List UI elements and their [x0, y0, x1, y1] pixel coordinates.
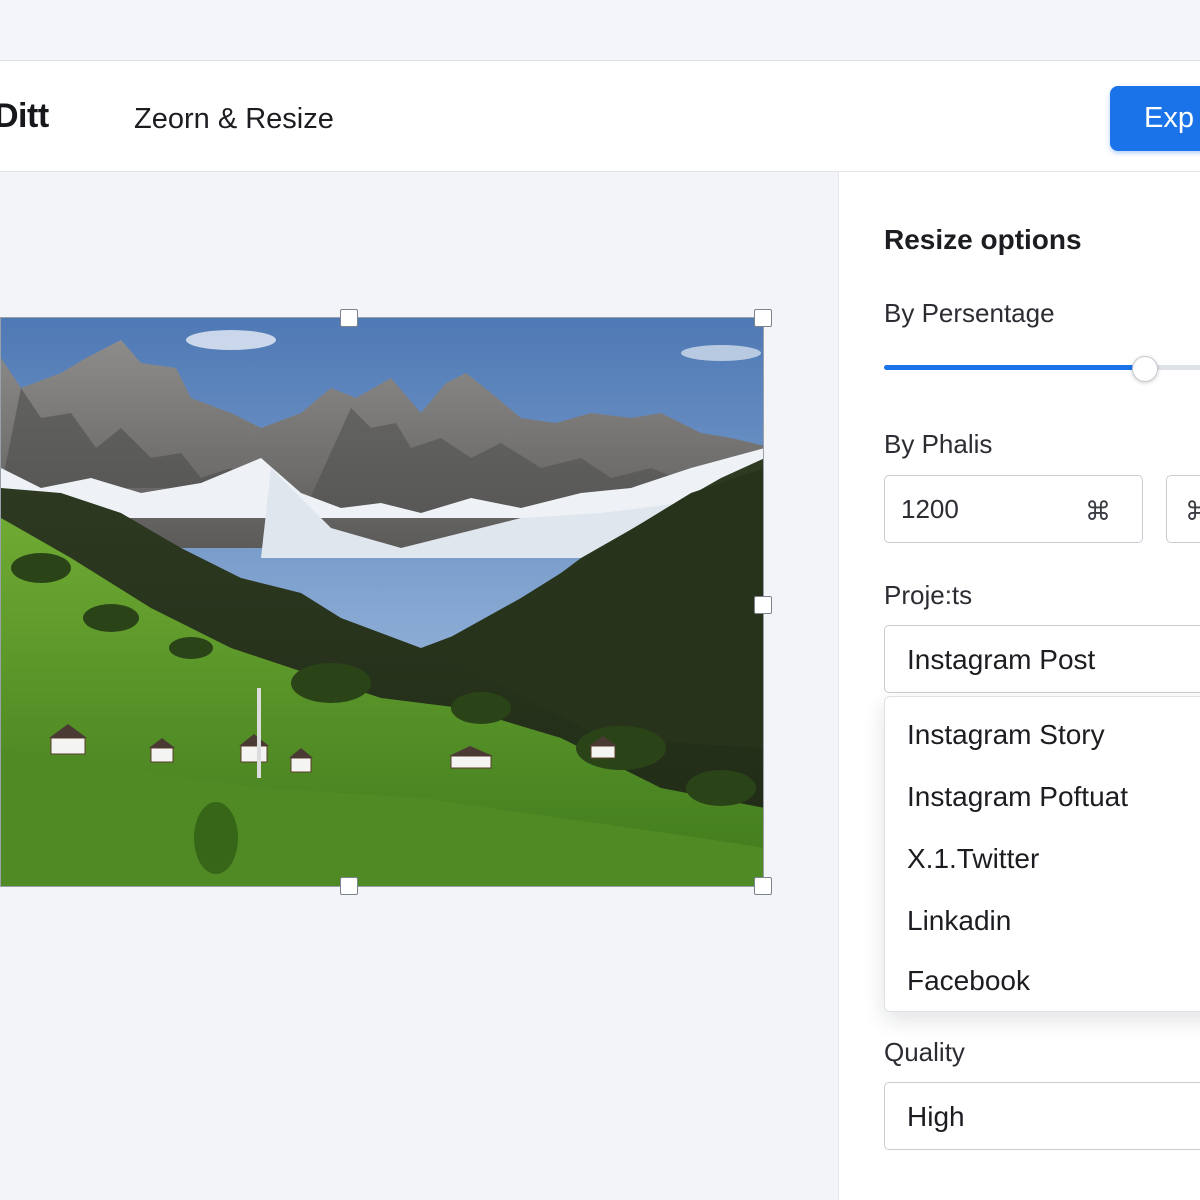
link-dimensions-icon[interactable]: ⌘: [1185, 496, 1200, 527]
quality-selected-value: High: [907, 1101, 965, 1132]
presets-label: Proje:ts: [884, 580, 973, 610]
panel-title: Resize options: [884, 224, 1082, 255]
width-input[interactable]: [901, 494, 1061, 524]
presets-selected-value: Instagram Post: [907, 644, 1096, 675]
dropdown-option-facebook[interactable]: Facebook: [907, 965, 1030, 997]
dropdown-option-linkedin[interactable]: Linkadin: [907, 905, 1011, 937]
width-field[interactable]: ⌘: [884, 475, 1143, 543]
resize-handle-middle-right[interactable]: [754, 596, 772, 614]
app-logo[interactable]: Ditt: [0, 97, 49, 136]
mountain-landscape-image: [1, 318, 763, 886]
percentage-slider-fill: [884, 365, 1145, 370]
export-button[interactable]: Exp: [1110, 86, 1200, 151]
dropdown-option-instagram-portrait[interactable]: Instagram Poftuat: [907, 781, 1128, 813]
resize-options-panel: Resize options By Persentage By Phalis ⌘…: [838, 172, 1200, 1200]
pixels-label: By Phalis: [884, 429, 993, 459]
resize-handle-top-center[interactable]: [340, 309, 358, 327]
dropdown-option-instagram-story[interactable]: Instagram Story: [907, 719, 1105, 751]
link-dimensions-icon[interactable]: ⌘: [1085, 496, 1111, 527]
photo-preview[interactable]: [0, 317, 764, 887]
resize-handle-bottom-right[interactable]: [754, 877, 772, 895]
page-title: Zeorn & Resize: [134, 103, 334, 135]
top-bar: Ditt Zeorn & Resize Exp: [0, 60, 1200, 172]
percentage-slider-thumb[interactable]: [1132, 356, 1158, 382]
presets-dropdown-menu: Instagram Story Instagram Poftuat X.1.Tw…: [884, 696, 1200, 1012]
presets-select[interactable]: Instagram Post: [884, 625, 1200, 693]
quality-select[interactable]: High: [884, 1082, 1200, 1150]
height-field[interactable]: ⌘: [1166, 475, 1200, 543]
resize-handle-top-right[interactable]: [754, 309, 772, 327]
percentage-label: By Persentage: [884, 298, 1055, 328]
quality-label: Quality: [884, 1037, 965, 1067]
dropdown-option-twitter[interactable]: X.1.Twitter: [907, 843, 1039, 875]
resize-handle-bottom-center[interactable]: [340, 877, 358, 895]
